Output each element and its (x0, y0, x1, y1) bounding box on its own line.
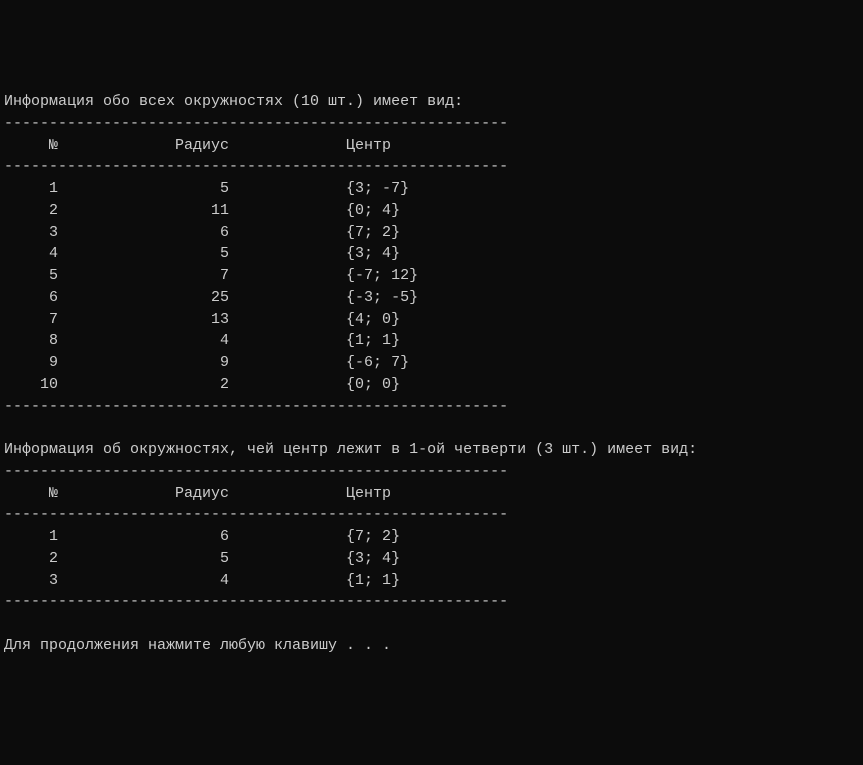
table-row: 1 5 {3; -7} (4, 180, 409, 197)
table-row: 7 13 {4; 0} (4, 311, 400, 328)
table-row: 9 9 {-6; 7} (4, 354, 409, 371)
section1-header: № Радиус Центр (4, 137, 391, 154)
continue-prompt[interactable]: Для продолжения нажмите любую клавишу . … (4, 637, 391, 654)
section1-title: Информация обо всех окружностях (10 шт.)… (4, 93, 463, 110)
table-row: 6 25 {-3; -5} (4, 289, 418, 306)
table-row: 3 4 {1; 1} (4, 572, 400, 589)
section2-title: Информация об окружностях, чей центр леж… (4, 441, 697, 458)
table-row: 4 5 {3; 4} (4, 245, 400, 262)
section1-separator-top: ----------------------------------------… (4, 115, 508, 132)
section1-separator-bottom: ----------------------------------------… (4, 398, 508, 415)
section2-separator-top: ----------------------------------------… (4, 463, 508, 480)
section2-header: № Радиус Центр (4, 485, 391, 502)
console-output: Информация обо всех окружностях (10 шт.)… (4, 91, 859, 657)
table-row: 8 4 {1; 1} (4, 332, 400, 349)
table-row: 3 6 {7; 2} (4, 224, 400, 241)
section2-separator-mid: ----------------------------------------… (4, 506, 508, 523)
table-row: 2 11 {0; 4} (4, 202, 400, 219)
section1-separator-mid: ----------------------------------------… (4, 158, 508, 175)
table-row: 5 7 {-7; 12} (4, 267, 418, 284)
table-row: 2 5 {3; 4} (4, 550, 400, 567)
section2-separator-bottom: ----------------------------------------… (4, 593, 508, 610)
table-row: 10 2 {0; 0} (4, 376, 400, 393)
table-row: 1 6 {7; 2} (4, 528, 400, 545)
